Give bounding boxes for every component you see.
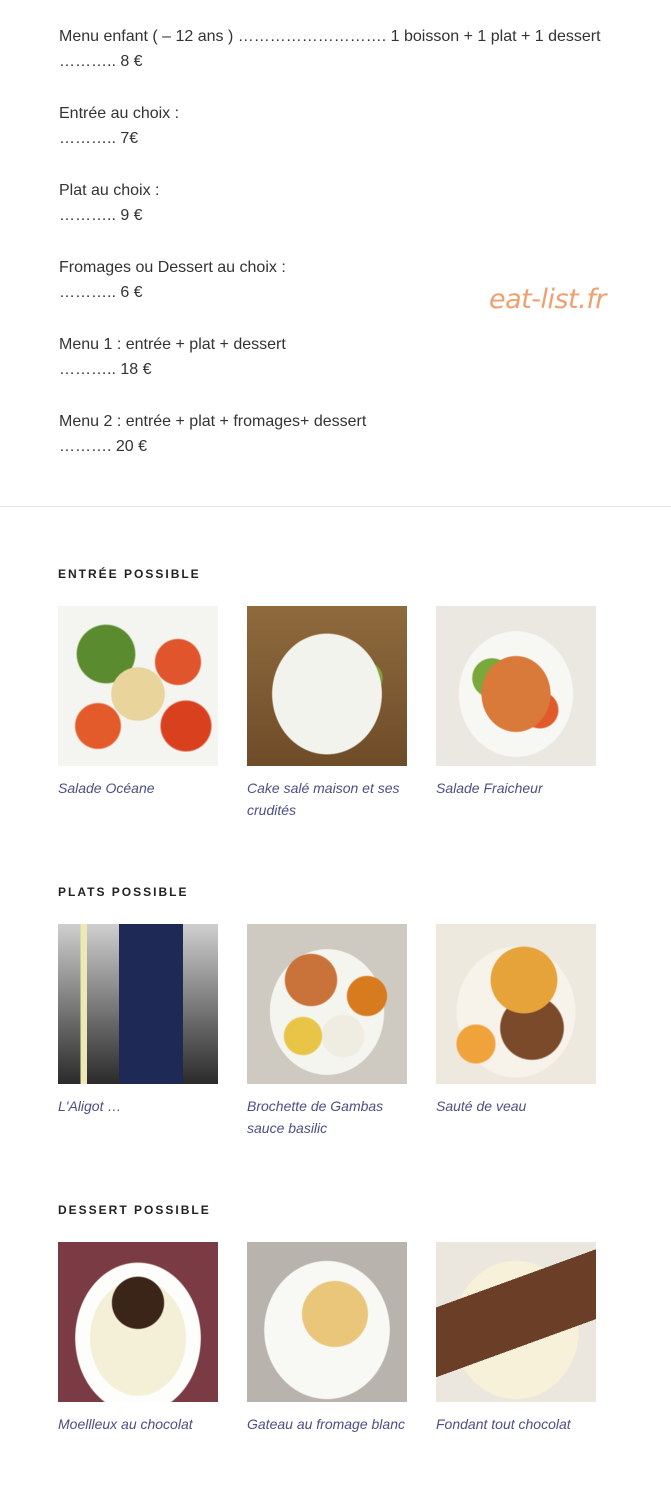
gallery-item[interactable]: Sauté de veau xyxy=(436,924,596,1139)
section-title: DESSERT POSSIBLE xyxy=(58,1203,211,1217)
price-item-menu-enfant: Menu enfant ( – 12 ans ) ………………………. 1 bo… xyxy=(59,24,639,101)
price-item-plat: Plat au choix : ……….. 9 € xyxy=(59,178,639,255)
dish-photo[interactable] xyxy=(58,924,218,1084)
dish-photo[interactable] xyxy=(436,924,596,1084)
gallery-item[interactable]: Salade Océane xyxy=(58,606,218,821)
gallery-item[interactable]: Salade Fraicheur xyxy=(436,606,596,821)
dish-photo[interactable] xyxy=(58,606,218,766)
dish-photo[interactable] xyxy=(436,606,596,766)
price-item-price: ……….. 18 € xyxy=(59,361,152,378)
photo-gallery: L'Aligot … Brochette de Gambas sauce bas… xyxy=(58,924,618,1139)
section-entree: ENTRÉE POSSIBLE Salade Océane Cake salé … xyxy=(58,565,618,821)
price-item-label: Menu enfant ( – 12 ans ) ………………………. 1 bo… xyxy=(59,28,601,45)
price-item-price: ……….. 7€ xyxy=(59,130,139,147)
section-plats: PLATS POSSIBLE L'Aligot … Brochette de G… xyxy=(58,883,618,1139)
dish-caption[interactable]: Salade Océane xyxy=(58,777,218,799)
dish-caption[interactable]: Moellleux au chocolat xyxy=(58,1413,218,1435)
dish-caption[interactable]: Sauté de veau xyxy=(436,1095,596,1117)
section-divider xyxy=(0,506,671,507)
price-item-label: Menu 2 : entrée + plat + fromages+ desse… xyxy=(59,413,367,430)
price-item-label: Menu 1 : entrée + plat + dessert xyxy=(59,336,286,353)
dish-caption[interactable]: Salade Fraicheur xyxy=(436,777,596,799)
section-title: ENTRÉE POSSIBLE xyxy=(58,567,201,581)
gallery-item[interactable]: L'Aligot … xyxy=(58,924,218,1139)
dish-photo[interactable] xyxy=(436,1242,596,1402)
gallery-item[interactable]: Brochette de Gambas sauce basilic xyxy=(247,924,407,1139)
gallery-item[interactable]: Gateau au fromage blanc xyxy=(247,1242,407,1435)
price-item-label: Entrée au choix : xyxy=(59,105,180,122)
price-item-price: ………. 20 € xyxy=(59,438,148,455)
photo-gallery: Salade Océane Cake salé maison et ses cr… xyxy=(58,606,618,821)
price-item-price: ……….. 9 € xyxy=(59,207,143,224)
price-item-price: ……….. 8 € xyxy=(59,53,143,70)
dish-photo[interactable] xyxy=(247,606,407,766)
watermark: eat-list.fr xyxy=(489,284,606,315)
price-item-entree: Entrée au choix : ……….. 7€ xyxy=(59,101,639,178)
price-list: Menu enfant ( – 12 ans ) ………………………. 1 bo… xyxy=(59,24,639,486)
photo-gallery: Moellleux au chocolat Gateau au fromage … xyxy=(58,1242,618,1435)
dish-caption[interactable]: Fondant tout chocolat xyxy=(436,1413,596,1435)
price-item-label: Fromages ou Dessert au choix : xyxy=(59,259,286,276)
dish-caption[interactable]: Gateau au fromage blanc xyxy=(247,1413,407,1435)
price-item-menu-1: Menu 1 : entrée + plat + dessert ……….. 1… xyxy=(59,332,639,409)
dish-caption[interactable]: L'Aligot … xyxy=(58,1095,218,1117)
section-title: PLATS POSSIBLE xyxy=(58,885,189,899)
dish-photo[interactable] xyxy=(247,924,407,1084)
dish-photo[interactable] xyxy=(247,1242,407,1402)
gallery-item[interactable]: Fondant tout chocolat xyxy=(436,1242,596,1435)
gallery-item[interactable]: Moellleux au chocolat xyxy=(58,1242,218,1435)
price-item-label: Plat au choix : xyxy=(59,182,160,199)
gallery-item[interactable]: Cake salé maison et ses crudités xyxy=(247,606,407,821)
dish-caption[interactable]: Brochette de Gambas sauce basilic xyxy=(247,1095,407,1139)
section-dessert: DESSERT POSSIBLE Moellleux au chocolat G… xyxy=(58,1201,618,1435)
dish-photo[interactable] xyxy=(58,1242,218,1402)
dish-caption[interactable]: Cake salé maison et ses crudités xyxy=(247,777,407,821)
price-item-menu-2: Menu 2 : entrée + plat + fromages+ desse… xyxy=(59,409,639,486)
